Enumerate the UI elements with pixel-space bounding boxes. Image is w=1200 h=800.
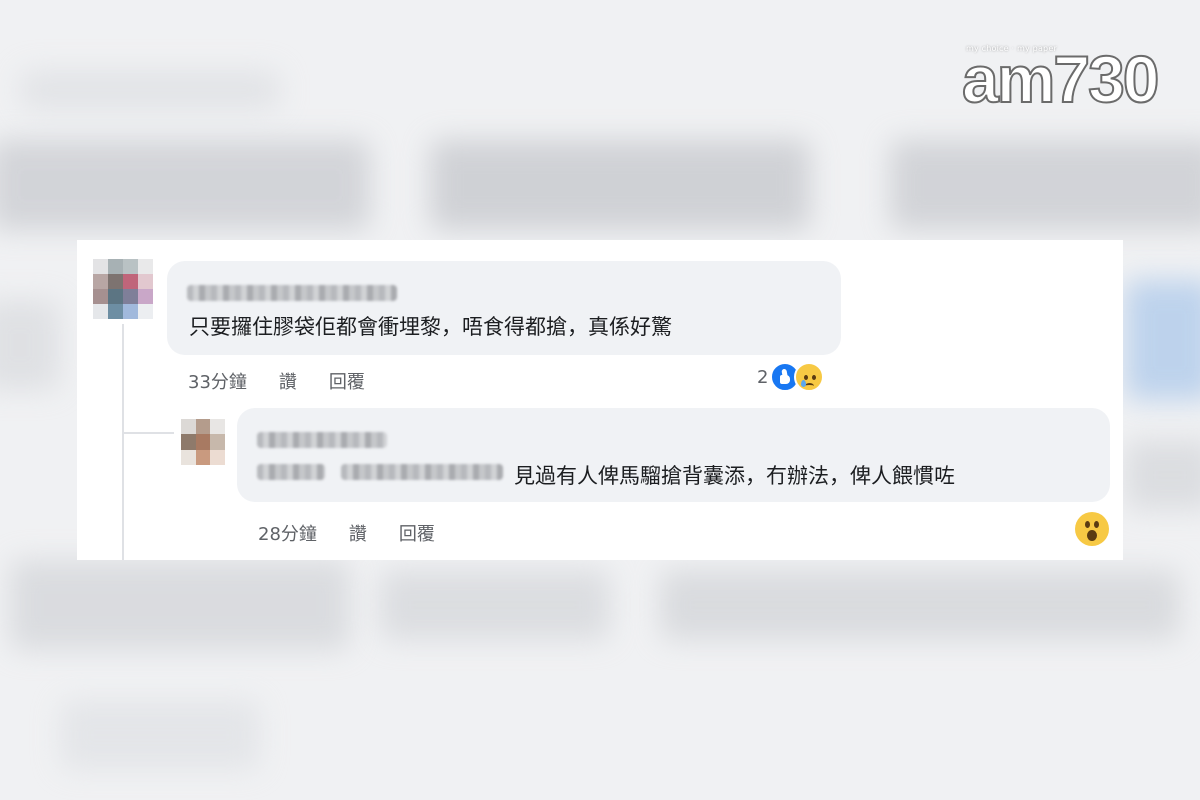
- thread-connector-vertical: [122, 324, 124, 560]
- reply-button[interactable]: 回覆: [399, 520, 435, 546]
- comment-actions: 33分鐘 讚 回覆: [188, 368, 365, 394]
- logo-wordmark: am730: [961, 42, 1161, 116]
- reply-timestamp[interactable]: 28分鐘: [258, 520, 317, 546]
- reply-actions: 28分鐘 讚 回覆: [258, 520, 435, 546]
- reaction-summary[interactable]: [1075, 512, 1109, 546]
- blurred-text-block: [1125, 440, 1200, 510]
- wow-icon: [1075, 512, 1109, 546]
- blurred-text-block: [10, 560, 350, 650]
- blurred-text-block: [60, 700, 260, 770]
- blurred-text-block: [0, 140, 370, 230]
- like-button[interactable]: 讚: [279, 368, 297, 394]
- blurred-text-block: [0, 300, 60, 390]
- blurred-text-block: [380, 570, 610, 640]
- redacted-username: [187, 285, 397, 301]
- redacted-mention: [341, 464, 503, 480]
- sad-icon: [794, 362, 825, 392]
- reply-bubble: 見過有人俾馬騮搶背囊添，冇辦法，俾人餵慣咗: [237, 408, 1110, 502]
- like-button[interactable]: 讚: [349, 520, 367, 546]
- reaction-count: 2: [757, 366, 769, 388]
- redacted-username: [257, 432, 387, 448]
- blurred-text-block: [660, 570, 1180, 640]
- thread-connector-horizontal: [122, 432, 174, 434]
- reply-button[interactable]: 回覆: [329, 368, 365, 394]
- redacted-mention: [257, 464, 325, 480]
- comment-text: 只要攞住膠袋佢都會衝埋黎，唔食得都搶，真係好驚: [189, 315, 672, 339]
- avatar[interactable]: [93, 259, 153, 319]
- reply-text: 見過有人俾馬騮搶背囊添，冇辦法，俾人餵慣咗: [514, 464, 955, 488]
- am730-logo: my choice · my paper am730: [961, 32, 1161, 113]
- blurred-text-block: [890, 140, 1200, 230]
- avatar[interactable]: [181, 419, 225, 465]
- blurred-text-block: [20, 70, 280, 110]
- comment-thread-card: 只要攞住膠袋佢都會衝埋黎，唔食得都搶，真係好驚 33分鐘 讚 回覆 2 見過有人…: [77, 240, 1123, 560]
- blurred-text-block: [430, 140, 810, 230]
- comment-bubble: 只要攞住膠袋佢都會衝埋黎，唔食得都搶，真係好驚: [167, 261, 841, 355]
- blurred-image-block: [1125, 280, 1200, 400]
- reaction-summary[interactable]: 2: [757, 362, 825, 392]
- comment-timestamp[interactable]: 33分鐘: [188, 368, 247, 394]
